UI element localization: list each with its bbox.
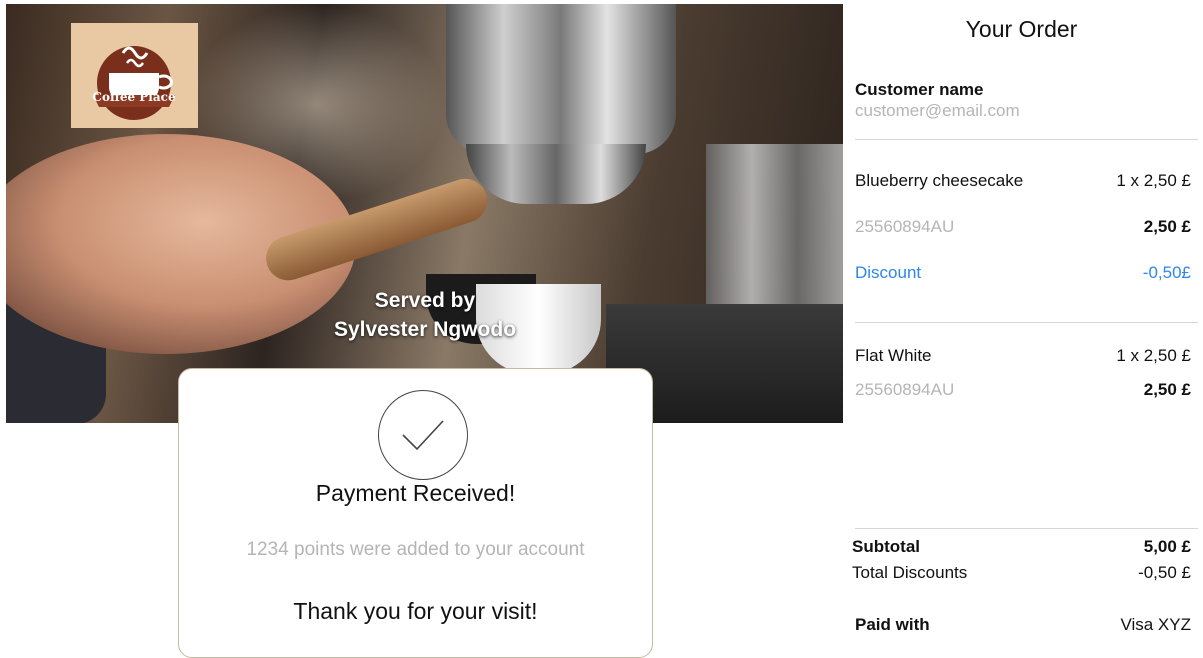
item-name: Blueberry cheesecake (855, 171, 1024, 190)
total-discounts-value: -0,50 £ (1138, 563, 1191, 582)
item-total: 2,50 £ (1143, 380, 1191, 399)
customer-name: Customer name (855, 80, 984, 99)
discount-label: Discount (855, 263, 922, 282)
order-panel: Your Order Customer name customer@email.… (843, 0, 1203, 638)
coffee-place-logo: Coffee Place Est. 1952 (71, 23, 198, 128)
item-total: 2,50 £ (1143, 217, 1191, 236)
svg-text:Est. 1952: Est. 1952 (122, 111, 146, 117)
item-name: Flat White (855, 346, 932, 365)
total-discounts-label: Total Discounts (852, 563, 968, 582)
payment-card: Payment Received! 1234 points were added… (178, 368, 653, 658)
item-qty-price: 1 x 2,50 £ (1116, 346, 1191, 365)
paid-with-value: Visa XYZ (1120, 615, 1191, 634)
subtotal-label: Subtotal (852, 537, 920, 556)
thanks-message: Thank you for your visit! (293, 598, 538, 624)
served-by-text: Served by Sylvester Ngwodo (290, 286, 560, 344)
discount-value: -0,50£ (1142, 263, 1191, 282)
payment-title: Payment Received! (315, 480, 516, 506)
served-by-label: Served by (374, 289, 476, 312)
points-message: 1234 points were added to your account (246, 539, 585, 560)
order-heading: Your Order (965, 16, 1078, 42)
divider (855, 528, 1198, 529)
divider (855, 322, 1198, 323)
checkmark-icon (378, 390, 468, 480)
paid-with-label: Paid with (855, 615, 930, 634)
barista-name: Sylvester Ngwodo (333, 318, 517, 341)
item-code: 25560894AU (855, 380, 955, 399)
divider (855, 139, 1198, 140)
subtotal-value: 5,00 £ (1143, 537, 1191, 556)
item-code: 25560894AU (855, 217, 955, 236)
svg-text:Coffee Place: Coffee Place (92, 90, 176, 104)
customer-email: customer@email.com (855, 101, 1020, 120)
item-qty-price: 1 x 2,50 £ (1116, 171, 1191, 190)
